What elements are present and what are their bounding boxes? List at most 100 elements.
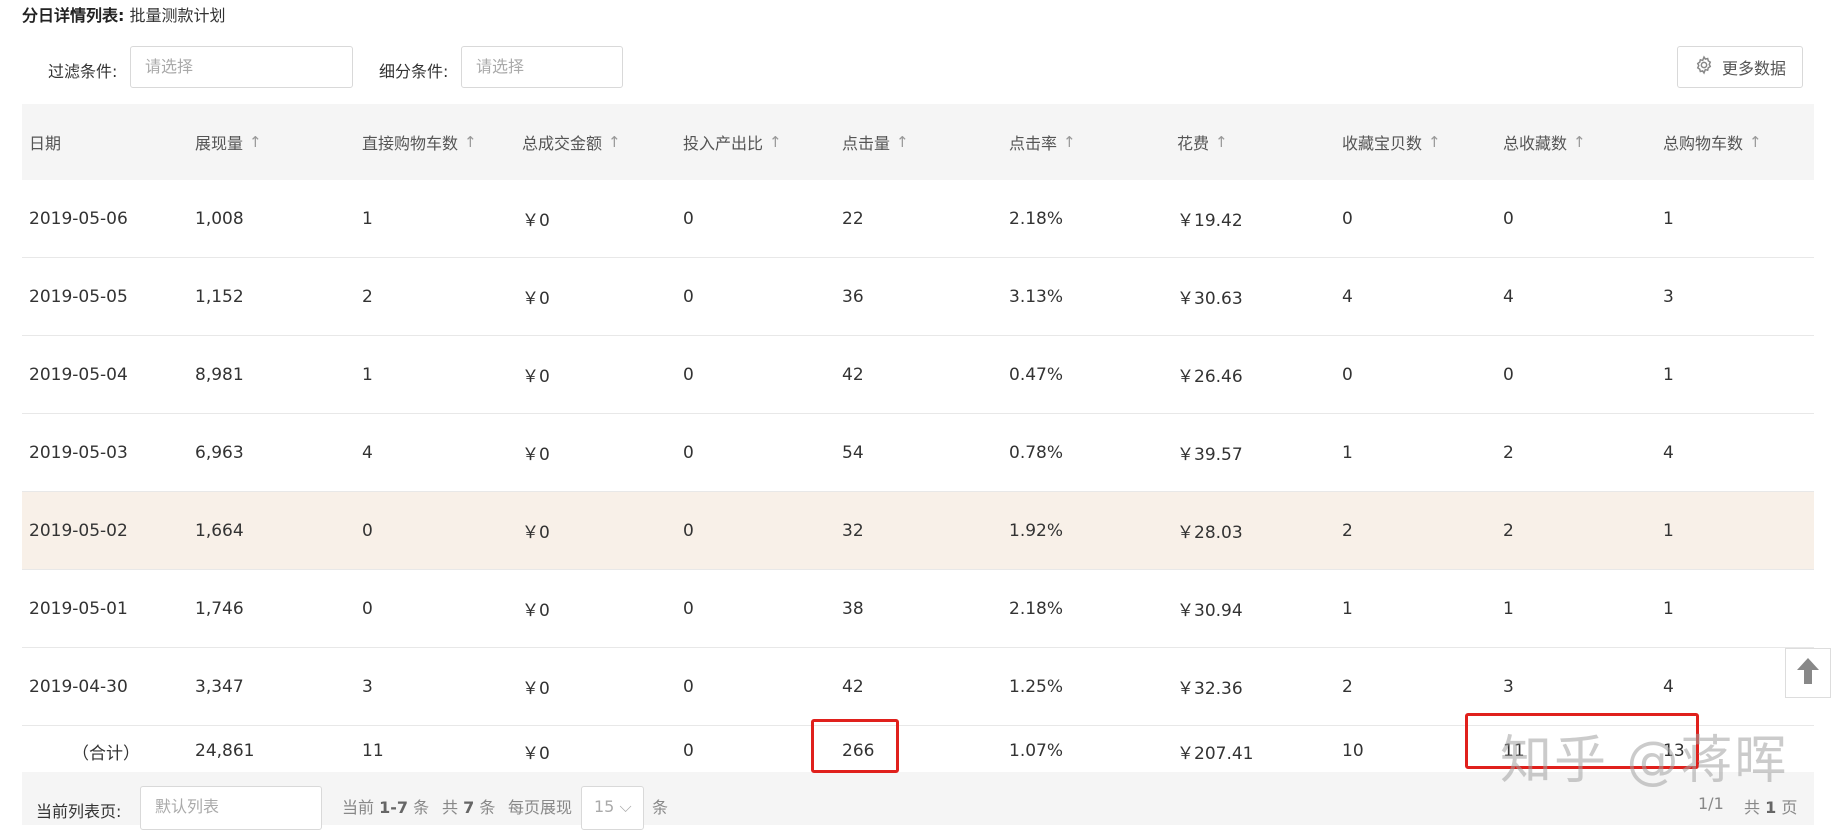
cell-total-cart: 3	[1663, 258, 1674, 335]
table-row: 2019-05-06 1,008 1 ￥0 0 22 2.18% ￥19.42 0 0 1	[22, 180, 1814, 258]
total-ctr: 1.07%	[1009, 726, 1063, 776]
header-fav-items[interactable]: 收藏宝贝数 ↑	[1342, 104, 1441, 180]
cell-impressions-text: 6,963	[195, 442, 244, 463]
cell-clicks-text: 42	[842, 364, 864, 385]
cell-total-cart-text: 4	[1663, 676, 1674, 697]
plan-name: 批量测款计划	[129, 6, 226, 25]
cell-direct-cart-text: 0	[362, 520, 373, 541]
total-impressions-text: 24,861	[195, 741, 255, 761]
page-label: 当前列表页:	[36, 802, 122, 821]
cell-ctr-text: 2.18%	[1009, 208, 1064, 229]
header-direct-cart-text: 直接购物车数	[362, 134, 459, 153]
header-ctr[interactable]: 点击率 ↑	[1009, 104, 1076, 180]
cell-clicks-text: 38	[842, 598, 864, 619]
total-roi-text: 0	[683, 741, 694, 761]
header-total-favs[interactable]: 总收藏数 ↑	[1503, 104, 1586, 180]
cell-direct-cart-text: 2	[362, 286, 373, 307]
sort-arrow-icon[interactable]: ↑	[1573, 133, 1586, 151]
cell-roi: 0	[683, 648, 694, 725]
cell-fav-items-text: 1	[1342, 598, 1353, 619]
cell-ctr-text: 3.13%	[1009, 286, 1064, 307]
cell-total-favs: 0	[1503, 336, 1514, 413]
cell-impressions: 1,152	[195, 258, 244, 335]
cell-date: 2019-05-04	[29, 336, 128, 413]
watermark: 知乎 @蒋晖	[1500, 731, 1789, 791]
segment-select[interactable]: 请选择	[461, 46, 623, 88]
cell-total-sales: ￥0	[522, 180, 550, 257]
cell-impressions-text: 1,152	[195, 286, 244, 307]
sort-arrow-icon[interactable]: ↑	[1063, 133, 1076, 151]
header-total-cart[interactable]: 总购物车数 ↑	[1663, 104, 1762, 180]
cell-clicks-text: 54	[842, 442, 864, 463]
sort-arrow-icon[interactable]: ↑	[896, 133, 909, 151]
filter-select[interactable]: 请选择	[130, 46, 353, 88]
header-impressions[interactable]: 展现量 ↑	[195, 104, 262, 180]
per-page-select[interactable]: 15 ⌵	[581, 786, 644, 830]
table-row: 2019-05-02 1,664 0 ￥0 0 32 1.92% ￥28.03 2 2 1	[22, 492, 1814, 570]
cell-ctr: 1.25%	[1009, 648, 1063, 725]
cell-total-cart: 1	[1663, 570, 1674, 647]
list-page-select[interactable]: 默认列表	[140, 786, 322, 830]
sort-arrow-icon[interactable]: ↑	[249, 133, 262, 151]
cell-impressions-text: 1,746	[195, 598, 244, 619]
cell-cost: ￥26.46	[1177, 336, 1243, 413]
cell-impressions-text: 1,008	[195, 208, 244, 229]
page-indicator: 1/1	[1698, 794, 1724, 813]
cell-date: 2019-05-05	[29, 258, 128, 335]
cell-total-favs-text: 1	[1503, 598, 1514, 619]
cell-cost-text: ￥26.46	[1177, 367, 1243, 387]
total-fav-items: 10	[1342, 726, 1364, 776]
back-to-top-button[interactable]	[1785, 648, 1831, 698]
cell-cost-text: ￥28.03	[1177, 523, 1243, 543]
cell-total-cart-text: 3	[1663, 286, 1674, 307]
cell-clicks-text: 32	[842, 520, 864, 541]
cell-total-cart-text: 1	[1663, 520, 1674, 541]
cell-total-sales: ￥0	[522, 492, 550, 569]
header-direct-cart[interactable]: 直接购物车数 ↑	[362, 104, 477, 180]
cell-roi-text: 0	[683, 598, 694, 619]
sort-arrow-icon[interactable]: ↑	[608, 133, 621, 151]
filter-label: 过滤条件:	[48, 62, 118, 81]
cell-total-sales: ￥0	[522, 570, 550, 647]
total-date: （合计）	[72, 726, 140, 776]
cell-cost: ￥28.03	[1177, 492, 1243, 569]
annotation-box-clicks	[811, 719, 899, 773]
cell-roi-text: 0	[683, 442, 694, 463]
sort-arrow-icon[interactable]: ↑	[1428, 133, 1441, 151]
sort-arrow-icon[interactable]: ↑	[1215, 133, 1228, 151]
sort-arrow-icon[interactable]: ↑	[464, 133, 477, 151]
cell-total-sales-text: ￥0	[522, 679, 550, 699]
cell-total-cart-text: 4	[1663, 442, 1674, 463]
sort-arrow-icon[interactable]: ↑	[1749, 133, 1762, 151]
cell-roi: 0	[683, 336, 694, 413]
cell-ctr: 3.13%	[1009, 258, 1063, 335]
sort-arrow-icon[interactable]: ↑	[769, 133, 782, 151]
cell-direct-cart: 0	[362, 492, 373, 569]
cell-direct-cart-text: 1	[362, 364, 373, 385]
cell-date: 2019-05-03	[29, 414, 128, 491]
cell-total-sales: ￥0	[522, 648, 550, 725]
header-cost[interactable]: 花费 ↑	[1177, 104, 1228, 180]
cell-clicks: 22	[842, 180, 864, 257]
cell-ctr-text: 0.47%	[1009, 364, 1064, 385]
cell-fav-items: 4	[1342, 258, 1353, 335]
header-total-sales[interactable]: 总成交金额 ↑	[522, 104, 621, 180]
total-ctr-text: 1.07%	[1009, 741, 1064, 761]
cell-fav-items: 2	[1342, 648, 1353, 725]
total-cost: ￥207.41	[1177, 726, 1253, 776]
header-clicks[interactable]: 点击量 ↑	[842, 104, 909, 180]
cell-total-favs: 2	[1503, 492, 1514, 569]
total-total-sales: ￥0	[522, 726, 550, 776]
more-data-button[interactable]: 更多数据	[1677, 46, 1803, 88]
cell-date: 2019-05-06	[29, 180, 128, 257]
total-fav-items-text: 10	[1342, 741, 1364, 761]
header-roi[interactable]: 投入产出比 ↑	[683, 104, 782, 180]
cell-impressions: 3,347	[195, 648, 244, 725]
more-data-label: 更多数据	[1721, 59, 1786, 78]
cell-roi-text: 0	[683, 520, 694, 541]
cell-fav-items: 1	[1342, 570, 1353, 647]
total-total-sales-text: ￥0	[522, 743, 550, 764]
cell-fav-items-text: 2	[1342, 676, 1353, 697]
cell-direct-cart-text: 0	[362, 598, 373, 619]
filter-bar: 过滤条件: 请选择 细分条件: 请选择 更多数据	[0, 46, 1834, 92]
